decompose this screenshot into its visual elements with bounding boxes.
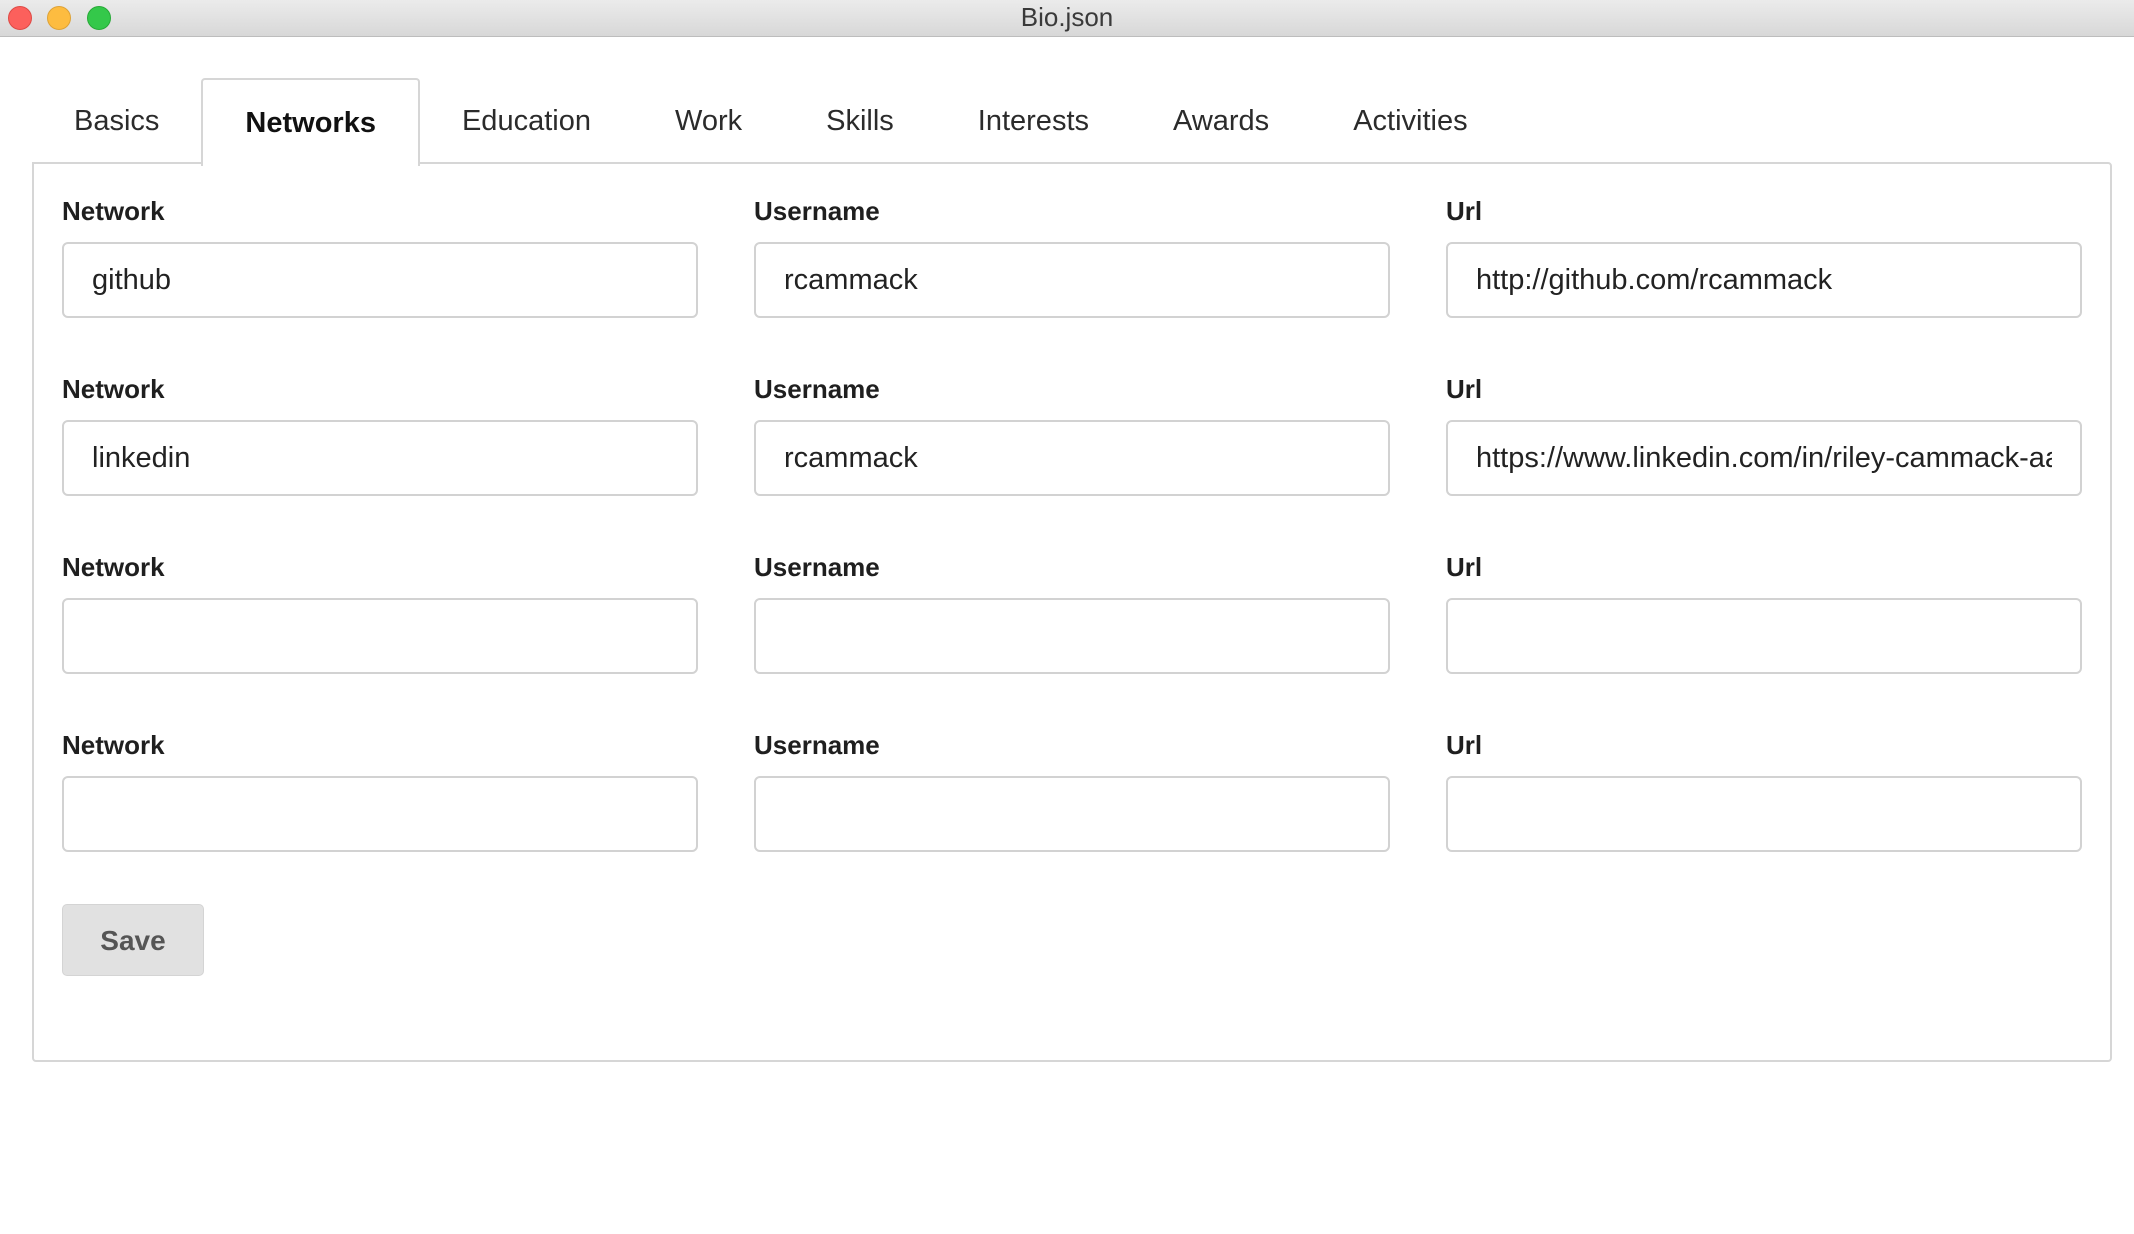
username-input[interactable] — [754, 242, 1390, 318]
networks-panel: Network Username Url Network — [32, 162, 2112, 1062]
url-input[interactable] — [1446, 242, 2082, 318]
app-window: Bio.json Basics Networks Education Work … — [0, 0, 2134, 1234]
network-row: Network Username Url — [62, 728, 2082, 906]
url-input[interactable] — [1446, 598, 2082, 674]
network-row: Network Username Url — [62, 550, 2082, 728]
network-row: Network Username Url — [62, 372, 2082, 550]
tab-work[interactable]: Work — [633, 78, 784, 164]
url-field-group: Url — [1446, 372, 2082, 550]
network-label: Network — [62, 196, 165, 226]
username-input[interactable] — [754, 420, 1390, 496]
url-input[interactable] — [1446, 776, 2082, 852]
url-label: Url — [1446, 730, 1483, 760]
tab-activities[interactable]: Activities — [1311, 78, 1509, 164]
username-field-group: Username — [754, 372, 1390, 550]
title-bar: Bio.json — [0, 0, 2134, 37]
username-label: Username — [754, 730, 880, 760]
tab-interests[interactable]: Interests — [936, 78, 1131, 164]
save-button[interactable]: Save — [62, 904, 204, 976]
tab-networks[interactable]: Networks — [201, 78, 420, 166]
network-input[interactable] — [62, 420, 698, 496]
username-input[interactable] — [754, 598, 1390, 674]
network-input[interactable] — [62, 776, 698, 852]
window-title: Bio.json — [1020, 2, 1114, 32]
tab-bar: Basics Networks Education Work Skills In… — [32, 78, 2112, 166]
url-label: Url — [1446, 196, 1483, 226]
url-label: Url — [1446, 374, 1483, 404]
username-label: Username — [754, 196, 880, 226]
tab-education[interactable]: Education — [420, 78, 633, 164]
tab-skills[interactable]: Skills — [784, 78, 936, 164]
networks-form: Network Username Url Network — [62, 194, 2082, 906]
username-field-group: Username — [754, 550, 1390, 728]
username-field-group: Username — [754, 194, 1390, 372]
network-field-group: Network — [62, 550, 698, 728]
url-label: Url — [1446, 552, 1483, 582]
network-label: Network — [62, 730, 165, 760]
username-input[interactable] — [754, 776, 1390, 852]
url-field-group: Url — [1446, 728, 2082, 906]
network-input[interactable] — [62, 598, 698, 674]
network-field-group: Network — [62, 372, 698, 550]
network-label: Network — [62, 374, 165, 404]
network-row: Network Username Url — [62, 194, 2082, 372]
username-label: Username — [754, 374, 880, 404]
network-input[interactable] — [62, 242, 698, 318]
network-label: Network — [62, 552, 165, 582]
network-field-group: Network — [62, 728, 698, 906]
tab-basics[interactable]: Basics — [32, 78, 201, 164]
tab-awards[interactable]: Awards — [1131, 78, 1311, 164]
username-field-group: Username — [754, 728, 1390, 906]
url-field-group: Url — [1446, 550, 2082, 728]
network-field-group: Network — [62, 194, 698, 372]
username-label: Username — [754, 552, 880, 582]
url-input[interactable] — [1446, 420, 2082, 496]
url-field-group: Url — [1446, 194, 2082, 372]
